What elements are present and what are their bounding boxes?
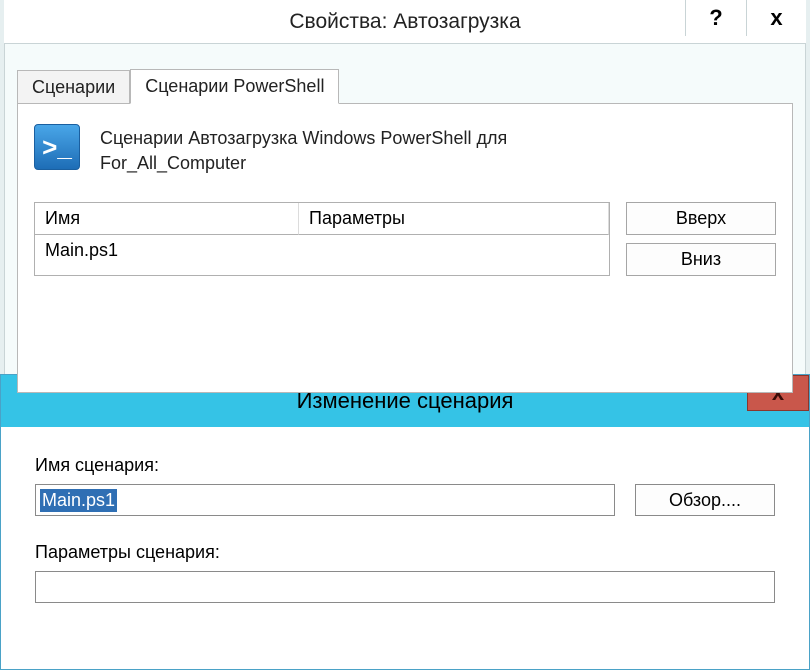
- scripts-table[interactable]: Имя Параметры Main.ps1: [34, 202, 610, 276]
- script-name-row: Main.ps1 Обзор....: [35, 484, 775, 516]
- cell-name: Main.ps1: [35, 235, 299, 266]
- script-name-value: Main.ps1: [40, 489, 117, 512]
- tab-header-line1: Сценарии Автозагрузка Windows PowerShell…: [100, 128, 507, 148]
- col-params[interactable]: Параметры: [299, 203, 609, 235]
- col-name[interactable]: Имя: [35, 203, 299, 235]
- down-button[interactable]: Вниз: [626, 243, 776, 276]
- scripts-table-head: Имя Параметры: [35, 203, 609, 235]
- edit-script-body: Имя сценария: Main.ps1 Обзор.... Парамет…: [1, 427, 809, 669]
- edit-script-dialog: Изменение сценария x Имя сценария: Main.…: [0, 374, 810, 670]
- browse-button[interactable]: Обзор....: [635, 484, 775, 516]
- scripts-area: Имя Параметры Main.ps1 Вверх Вниз: [34, 202, 776, 276]
- titlebar-buttons: ? x: [685, 0, 806, 36]
- script-name-input[interactable]: Main.ps1: [35, 484, 615, 516]
- cell-params: [299, 235, 609, 266]
- tab-strip: Сценарии Сценарии PowerShell: [17, 70, 793, 104]
- script-params-row: [35, 571, 775, 603]
- help-button[interactable]: ?: [686, 0, 746, 36]
- tab-header: >_ Сценарии Автозагрузка Windows PowerSh…: [34, 122, 776, 176]
- tab-header-text: Сценарии Автозагрузка Windows PowerShell…: [100, 122, 507, 176]
- script-name-label: Имя сценария:: [35, 455, 775, 476]
- tab-scenarios[interactable]: Сценарии: [17, 70, 130, 104]
- up-button[interactable]: Вверх: [626, 202, 776, 235]
- properties-titlebar: Свойства: Автозагрузка ? x: [4, 0, 806, 44]
- tab-header-line2: For_All_Computer: [100, 153, 246, 173]
- tab-body-powershell: >_ Сценарии Автозагрузка Windows PowerSh…: [17, 103, 793, 393]
- powershell-icon: >_: [34, 124, 80, 170]
- script-params-input[interactable]: [35, 571, 775, 603]
- table-row[interactable]: Main.ps1: [35, 235, 609, 266]
- tab-powershell[interactable]: Сценарии PowerShell: [130, 69, 339, 104]
- script-params-label: Параметры сценария:: [35, 542, 775, 563]
- close-button[interactable]: x: [746, 0, 806, 36]
- order-buttons: Вверх Вниз: [626, 202, 776, 276]
